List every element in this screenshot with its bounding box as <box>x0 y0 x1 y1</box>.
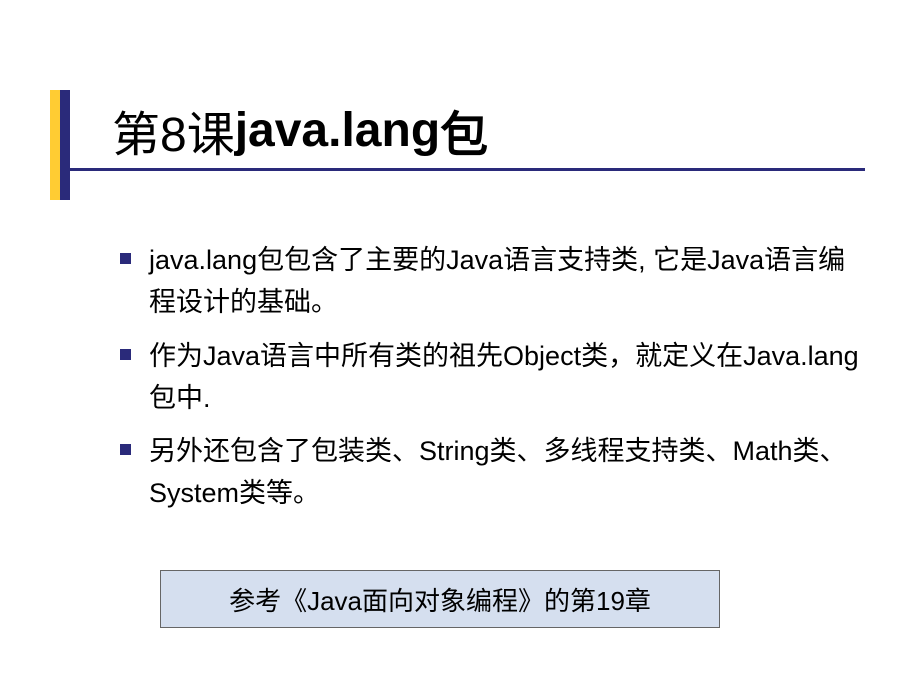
reference-box: 参考《Java面向对象编程》的第19章 <box>160 570 720 628</box>
title-accent-navy <box>60 90 70 200</box>
title-area: 第8课 java.lang 包 <box>50 100 488 210</box>
bullet-icon <box>120 253 131 264</box>
title-main: java.lang <box>235 103 440 158</box>
title-suffix: 包 <box>440 95 488 165</box>
reference-text: 参考《Java面向对象编程》的第19章 <box>229 581 651 618</box>
bullet-icon <box>120 444 131 455</box>
title-accent-yellow <box>50 90 60 200</box>
bullet-text: java.lang包包含了主要的Java语言支持类, 它是Java语言编程设计的… <box>149 240 860 324</box>
title-prefix: 第8课 <box>112 95 235 165</box>
content-area: java.lang包包含了主要的Java语言支持类, 它是Java语言编程设计的… <box>120 240 860 527</box>
slide-title: 第8课 java.lang 包 <box>112 100 488 160</box>
list-item: 另外还包含了包装类、String类、多线程支持类、Math类、System类等。 <box>120 431 860 515</box>
bullet-text: 另外还包含了包装类、String类、多线程支持类、Math类、System类等。 <box>149 431 860 515</box>
list-item: java.lang包包含了主要的Java语言支持类, 它是Java语言编程设计的… <box>120 240 860 324</box>
title-underline <box>62 168 865 171</box>
bullet-text: 作为Java语言中所有类的祖先Object类，就定义在Java.lang包中. <box>149 336 860 420</box>
list-item: 作为Java语言中所有类的祖先Object类，就定义在Java.lang包中. <box>120 336 860 420</box>
bullet-icon <box>120 349 131 360</box>
